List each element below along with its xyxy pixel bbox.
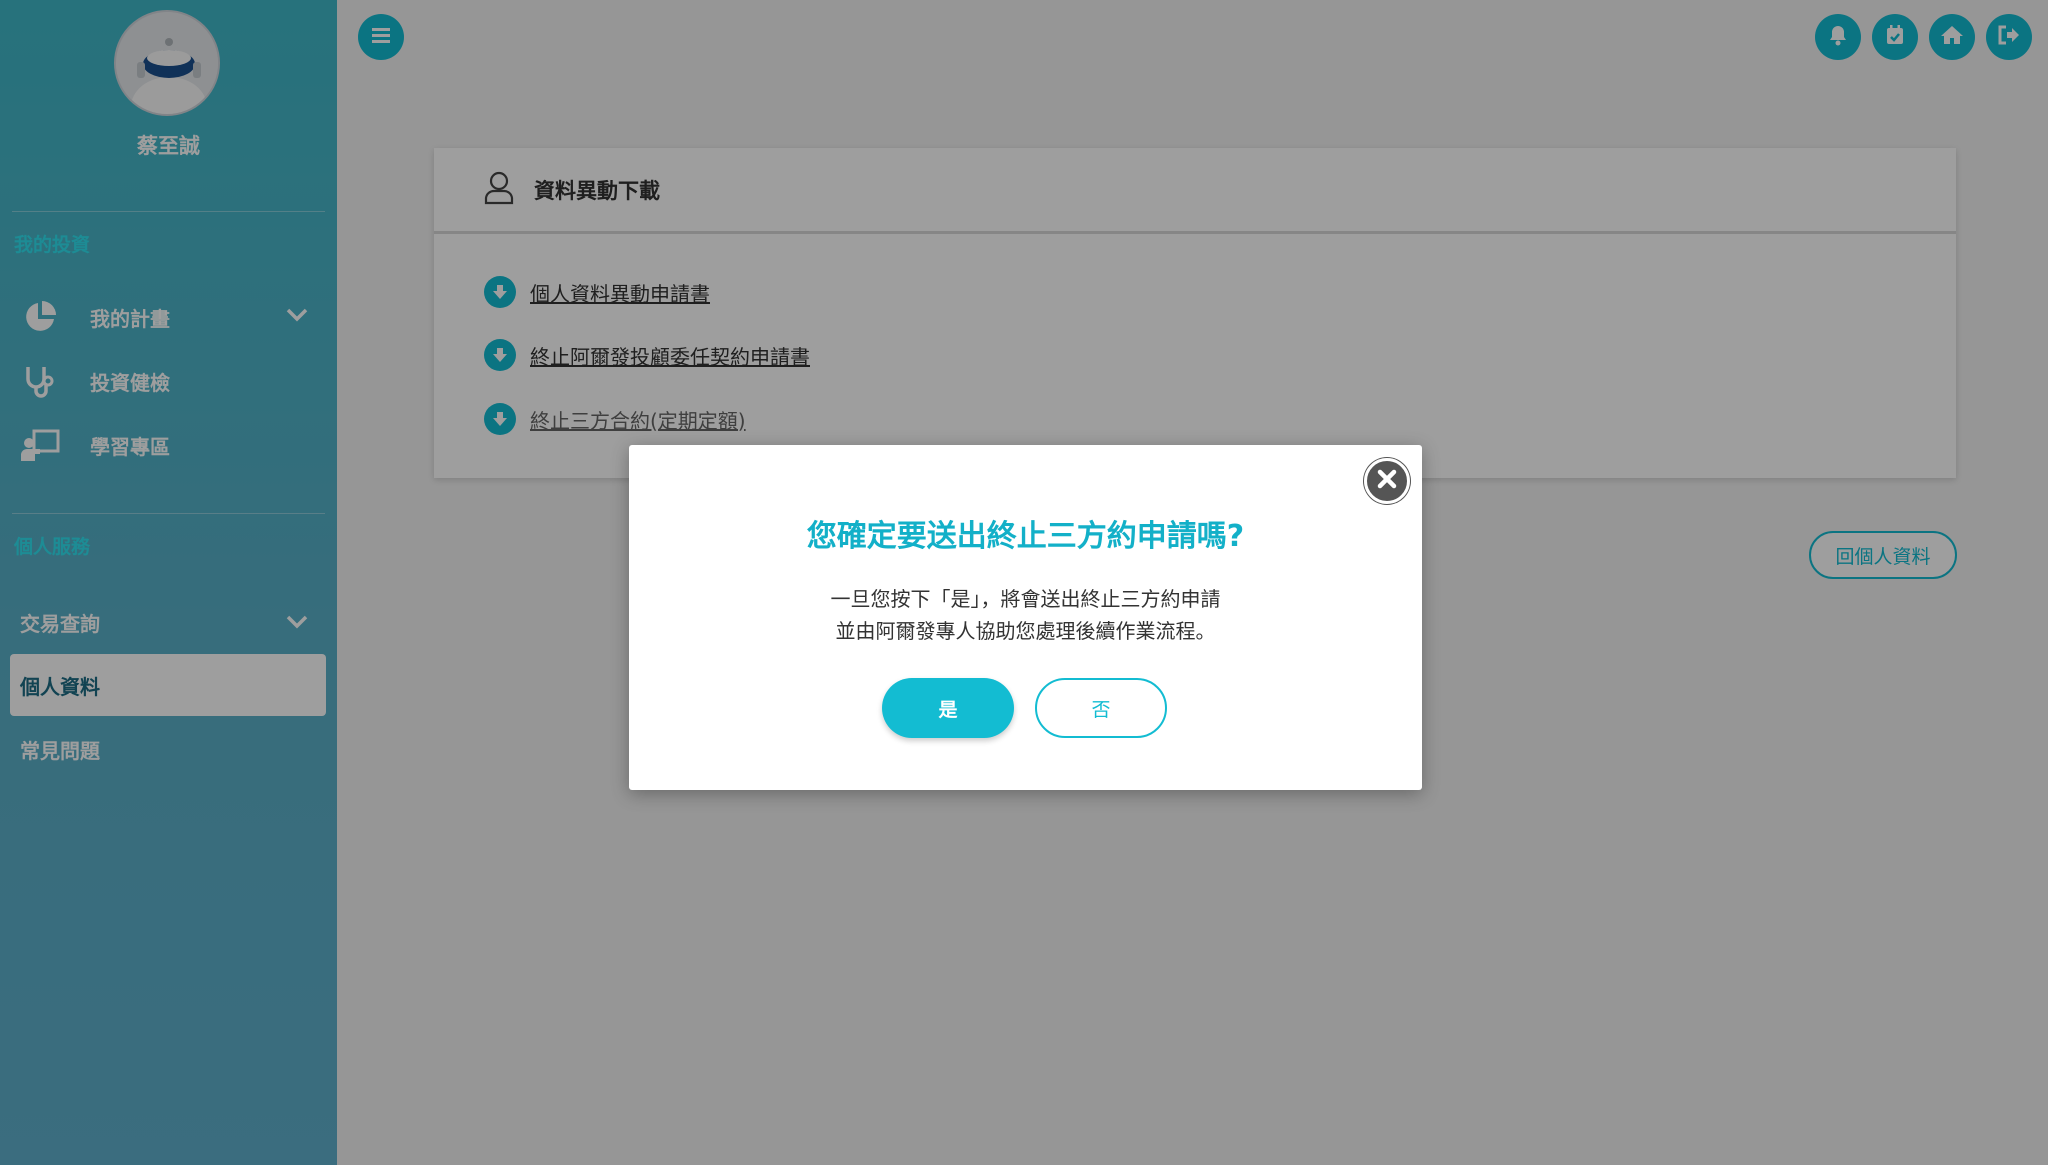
confirm-dialog: 您確定要送出終止三方約申請嗎? 一旦您按下「是」，將會送出終止三方約申請 並由阿… bbox=[629, 445, 1422, 790]
confirm-yes-button[interactable]: 是 bbox=[882, 678, 1014, 738]
close-icon bbox=[1377, 469, 1397, 493]
dialog-message: 一旦您按下「是」，將會送出終止三方約申請 並由阿爾發專人協助您處理後續作業流程。 bbox=[629, 583, 1422, 647]
confirm-no-button[interactable]: 否 bbox=[1035, 678, 1167, 738]
dialog-title: 您確定要送出終止三方約申請嗎? bbox=[806, 519, 1245, 554]
close-button[interactable] bbox=[1364, 458, 1410, 504]
dialog-message-line: 並由阿爾發專人協助您處理後續作業流程。 bbox=[835, 619, 1216, 643]
dialog-message-line: 一旦您按下「是」，將會送出終止三方約申請 bbox=[830, 587, 1221, 611]
